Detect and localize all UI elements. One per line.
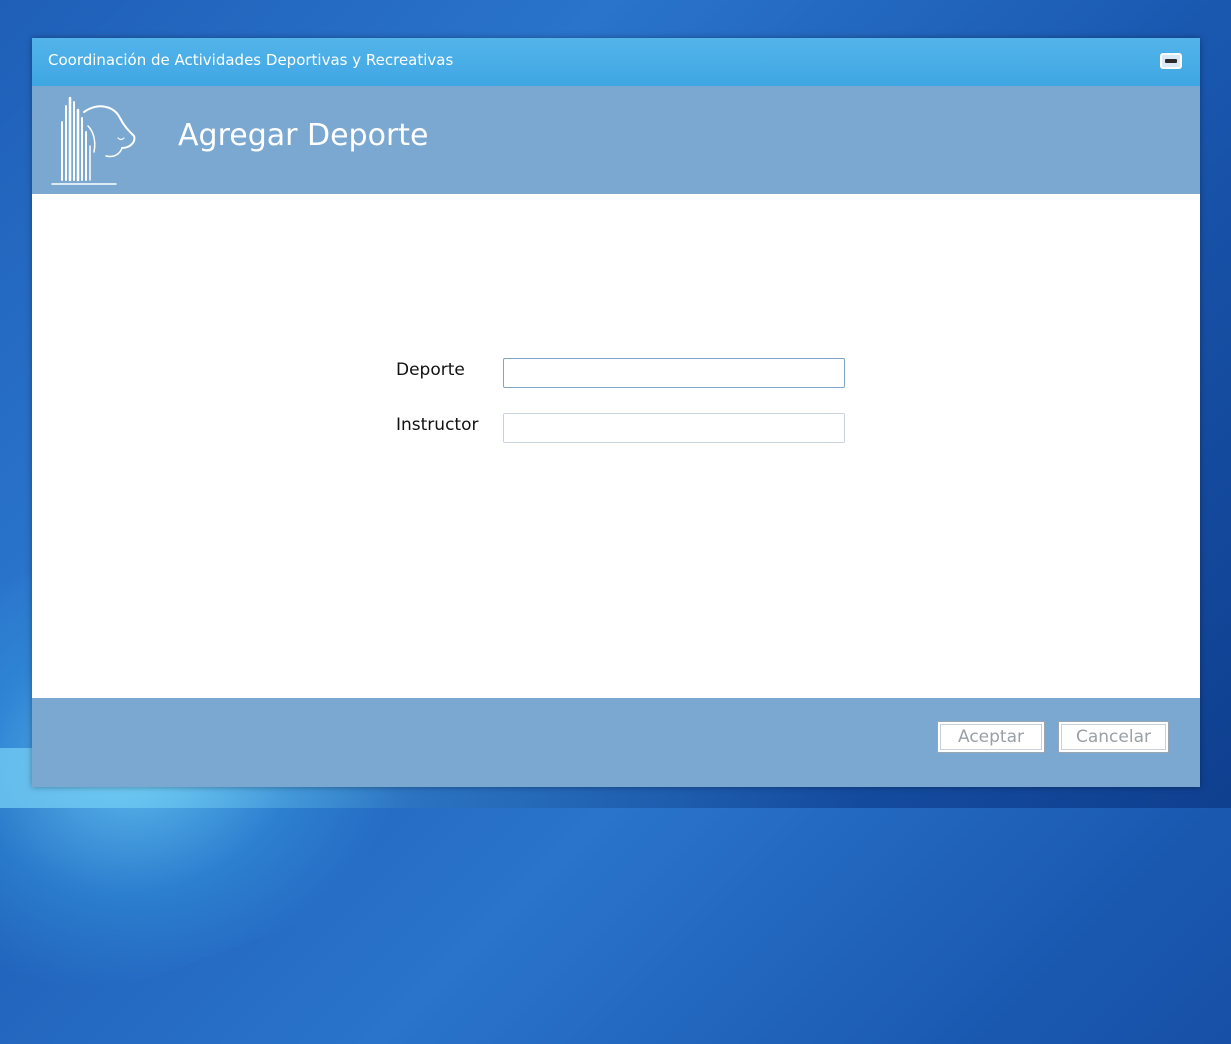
university-logo-icon (51, 96, 136, 185)
cancel-button[interactable]: Cancelar (1058, 721, 1169, 753)
deporte-label: Deporte (396, 360, 465, 380)
instructor-input[interactable] (503, 413, 845, 443)
footer-band: Aceptar Cancelar (32, 698, 1200, 787)
accept-button[interactable]: Aceptar (937, 721, 1045, 753)
instructor-label: Instructor (396, 415, 479, 435)
title-bar[interactable]: Coordinación de Actividades Deportivas y… (32, 38, 1200, 86)
minimize-button[interactable] (1160, 53, 1182, 69)
app-window: Coordinación de Actividades Deportivas y… (32, 38, 1200, 787)
header-band: Agregar Deporte (32, 86, 1200, 194)
window-title: Coordinación de Actividades Deportivas y… (48, 51, 454, 69)
minimize-icon (1165, 59, 1177, 63)
page-title: Agregar Deporte (178, 118, 429, 153)
deporte-input[interactable] (503, 358, 845, 388)
